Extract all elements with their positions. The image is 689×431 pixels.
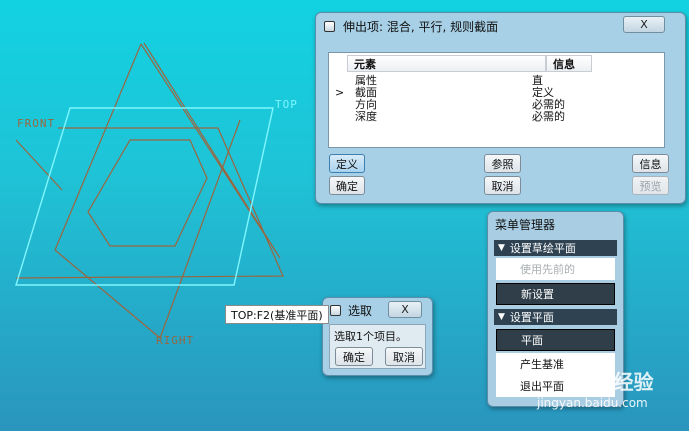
menu-item-plane[interactable]: 平面 xyxy=(496,329,615,351)
row-element: 截面 xyxy=(355,86,377,99)
row-info: 必需的 xyxy=(532,98,565,111)
window-icon xyxy=(324,20,335,32)
table-row[interactable]: 属性 直 xyxy=(329,75,664,86)
right-plane-label: RIGHT xyxy=(156,334,195,347)
ok-button[interactable]: 确定 xyxy=(335,347,373,366)
info-button[interactable]: 信息 xyxy=(632,154,669,173)
sketch-geometry xyxy=(15,42,284,339)
select-dialog-title: 选取 xyxy=(348,303,373,318)
row-info: 直 xyxy=(532,74,543,87)
column-header-info[interactable]: 信息 xyxy=(546,55,592,72)
cancel-button[interactable]: 取消 xyxy=(484,176,521,195)
cancel-button[interactable]: 取消 xyxy=(385,347,423,366)
define-button[interactable]: 定义 xyxy=(329,154,365,173)
watermark: Bai 经验 jingyan.baidu.com xyxy=(537,360,689,420)
triangle-down-icon: ▼ xyxy=(498,312,505,322)
feature-dialog: 伸出项: 混合, 平行, 规则截面 X 元素 信息 属性 直 > 截面 定义 方… xyxy=(315,12,686,204)
right-plane[interactable] xyxy=(140,42,281,259)
select-dialog: 选取 X 选取1个项目。 确定 取消 xyxy=(322,297,433,376)
watermark-url: jingyan.baidu.com xyxy=(537,396,648,410)
row-info: 必需的 xyxy=(532,110,565,123)
row-element: 方向 xyxy=(355,98,377,111)
preview-button[interactable]: 预览 xyxy=(632,176,669,195)
close-icon: X xyxy=(401,303,409,316)
close-button[interactable]: X xyxy=(388,301,422,318)
menu-section-sketch-plane[interactable]: ▼ 设置草绘平面 xyxy=(494,240,617,256)
column-header-element[interactable]: 元素 xyxy=(347,55,546,72)
select-message: 选取1个项目。 xyxy=(334,330,407,343)
triangle-down-icon: ▼ xyxy=(498,243,505,253)
table-row[interactable]: 深度 必需的 xyxy=(329,111,664,122)
menu-manager-titlebar[interactable]: 菜单管理器 xyxy=(488,212,623,236)
menu-section-setup-plane[interactable]: ▼ 设置平面 xyxy=(494,309,617,325)
feature-dialog-title: 伸出项: 混合, 平行, 规则截面 xyxy=(343,19,499,34)
front-plane[interactable] xyxy=(15,127,284,279)
section-hexagon[interactable] xyxy=(87,139,208,247)
reference-button[interactable]: 参照 xyxy=(484,154,521,173)
front-plane-label: FRONT xyxy=(17,117,56,130)
elements-table: 元素 信息 属性 直 > 截面 定义 方向 必需的 深度 必需的 xyxy=(328,52,665,148)
close-button[interactable]: X xyxy=(623,16,665,33)
table-row[interactable]: 方向 必需的 xyxy=(329,99,664,110)
top-plane-label: TOP xyxy=(275,98,298,111)
table-row[interactable]: > 截面 定义 xyxy=(329,87,664,98)
menu-item-use-previous[interactable]: 使用先前的 xyxy=(496,258,615,280)
row-info: 定义 xyxy=(532,86,554,99)
tooltip: TOP:F2(基准平面) xyxy=(225,305,329,324)
watermark-brand: Bai 经验 xyxy=(571,370,654,394)
menu-item-new-setup[interactable]: 新设置 xyxy=(496,283,615,305)
ok-button[interactable]: 确定 xyxy=(329,176,365,195)
window-icon xyxy=(330,304,341,316)
right-plane-edge[interactable] xyxy=(54,43,142,251)
close-icon: X xyxy=(640,18,648,31)
menu-manager-title: 菜单管理器 xyxy=(495,217,556,232)
row-element: 属性 xyxy=(355,74,377,87)
row-marker: > xyxy=(335,86,345,99)
row-element: 深度 xyxy=(355,110,377,123)
select-dialog-body: 选取1个项目。 确定 取消 xyxy=(329,324,426,369)
